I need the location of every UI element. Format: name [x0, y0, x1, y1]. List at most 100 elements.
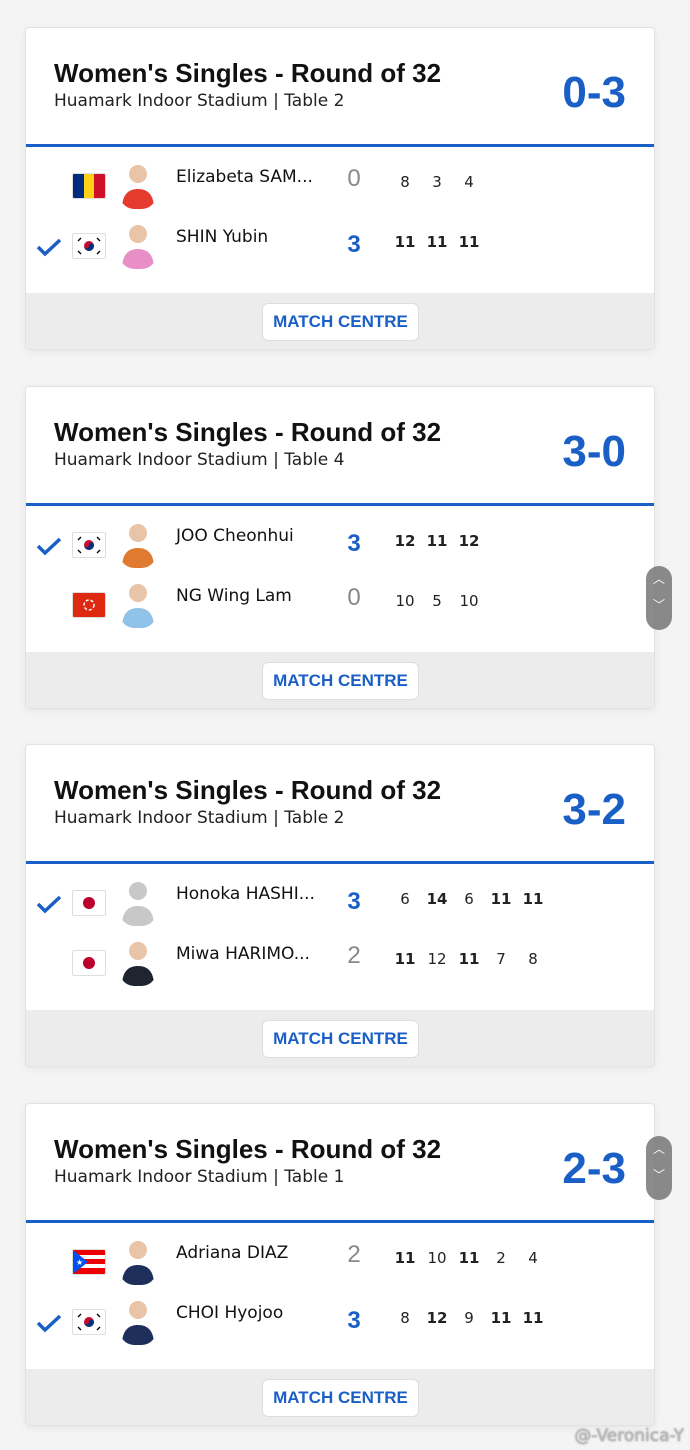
match-card: Women's Singles - Round of 32 Huamark In… [25, 27, 655, 350]
flag-icon-jpn [72, 890, 106, 916]
match-header: Women's Singles - Round of 32 Huamark In… [26, 745, 654, 864]
sets-won: 3 [347, 1307, 361, 1334]
match-title: Women's Singles - Round of 32 [54, 417, 442, 447]
game-score: 2 [496, 1249, 506, 1267]
card-footer: MATCH CENTRE [26, 1010, 654, 1066]
game-scores: 10 5 10 [389, 592, 485, 610]
player-row: Miwa HARIMO... 2 11 12 11 7 8 [26, 936, 654, 996]
game-score: 11 [426, 233, 448, 251]
match-venue: Huamark Indoor Stadium | Table 2 [54, 91, 345, 111]
player-row: Honoka HASHI... 3 6 14 6 11 11 [26, 876, 654, 936]
check-icon [36, 238, 62, 257]
player-avatar [122, 882, 154, 926]
match-title: Women's Singles - Round of 32 [54, 1134, 442, 1164]
game-score: 10 [427, 1249, 447, 1267]
chevron-down-icon[interactable]: ﹀ [646, 592, 672, 618]
scroll-control[interactable]: ︿ ﹀ [646, 1136, 672, 1200]
player-name[interactable]: Adriana DIAZ [176, 1243, 288, 1263]
player-name[interactable]: JOO Cheonhui [176, 526, 294, 546]
flag-icon-rou [72, 173, 106, 199]
player-row: SHIN Yubin 3 11 11 11 [26, 219, 654, 279]
match-card: Women's Singles - Round of 32 Huamark In… [25, 744, 655, 1067]
game-score: 5 [432, 592, 442, 610]
game-score: 11 [458, 950, 480, 968]
game-score: 9 [464, 1309, 474, 1327]
flag-icon-kor [72, 532, 106, 558]
sets-won: 0 [347, 584, 361, 611]
player-name[interactable]: Elizabeta SAM... [176, 167, 313, 187]
sets-won: 0 [347, 165, 361, 192]
sets-won: 3 [347, 530, 361, 557]
scroll-control[interactable]: ︿ ﹀ [646, 566, 672, 630]
game-score: 11 [394, 233, 416, 251]
match-header: Women's Singles - Round of 32 Huamark In… [26, 387, 654, 506]
match-venue: Huamark Indoor Stadium | Table 4 [54, 450, 345, 470]
player-row: CHOI Hyojoo 3 8 12 9 11 11 [26, 1295, 654, 1355]
card-footer: MATCH CENTRE [26, 652, 654, 708]
check-icon [36, 537, 62, 556]
game-scores: 6 14 6 11 11 [389, 890, 549, 908]
game-score: 14 [426, 890, 448, 908]
game-score: 11 [522, 1309, 544, 1327]
player-avatar [122, 524, 154, 568]
svg-text:★: ★ [76, 1258, 83, 1267]
sets-won: 2 [347, 942, 361, 969]
sets-won: 3 [347, 888, 361, 915]
game-score: 10 [395, 592, 415, 610]
game-score: 11 [458, 233, 480, 251]
match-centre-button[interactable]: MATCH CENTRE [262, 662, 419, 700]
match-header: Women's Singles - Round of 32 Huamark In… [26, 1104, 654, 1223]
player-avatar [122, 584, 154, 628]
chevron-up-icon[interactable]: ︿ [646, 1136, 672, 1162]
sets-won: 2 [347, 1241, 361, 1268]
game-score: 12 [426, 1309, 448, 1327]
player-avatar [122, 1241, 154, 1285]
player-row: ★ Adriana DIAZ 2 11 10 11 2 4 [26, 1235, 654, 1295]
game-scores: 8 12 9 11 11 [389, 1309, 549, 1327]
game-score: 8 [400, 173, 410, 191]
match-centre-button[interactable]: MATCH CENTRE [262, 303, 419, 341]
game-score: 11 [458, 1249, 480, 1267]
match-venue: Huamark Indoor Stadium | Table 2 [54, 808, 345, 828]
sets-won: 3 [347, 231, 361, 258]
game-score: 3 [432, 173, 442, 191]
game-score: 11 [490, 890, 512, 908]
player-avatar [122, 942, 154, 986]
player-row: JOO Cheonhui 3 12 11 12 [26, 518, 654, 578]
match-centre-button[interactable]: MATCH CENTRE [262, 1379, 419, 1417]
flag-icon-jpn [72, 950, 106, 976]
game-score: 11 [394, 1249, 416, 1267]
game-score: 11 [394, 950, 416, 968]
card-footer: MATCH CENTRE [26, 293, 654, 349]
match-title: Women's Singles - Round of 32 [54, 775, 442, 805]
chevron-down-icon[interactable]: ﹀ [646, 1162, 672, 1188]
game-scores: 8 3 4 [389, 173, 485, 191]
player-name[interactable]: Honoka HASHI... [176, 884, 315, 904]
player-row: NG Wing Lam 0 10 5 10 [26, 578, 654, 638]
game-score: 6 [400, 890, 410, 908]
player-name[interactable]: SHIN Yubin [176, 227, 268, 247]
player-avatar [122, 1301, 154, 1345]
game-score: 8 [528, 950, 538, 968]
player-name[interactable]: NG Wing Lam [176, 586, 292, 606]
game-scores: 11 10 11 2 4 [389, 1249, 549, 1267]
player-name[interactable]: CHOI Hyojoo [176, 1303, 283, 1323]
game-score: 7 [496, 950, 506, 968]
game-scores: 11 12 11 7 8 [389, 950, 549, 968]
game-score: 11 [490, 1309, 512, 1327]
flag-icon-kor [72, 1309, 106, 1335]
game-score: 11 [426, 532, 448, 550]
check-icon [36, 1314, 62, 1333]
game-score: 12 [458, 532, 480, 550]
match-centre-button[interactable]: MATCH CENTRE [262, 1020, 419, 1058]
player-row: Elizabeta SAM... 0 8 3 4 [26, 159, 654, 219]
flag-icon-pur: ★ [72, 1249, 106, 1275]
game-score: 12 [394, 532, 416, 550]
player-name[interactable]: Miwa HARIMO... [176, 944, 310, 964]
flag-icon-kor [72, 233, 106, 259]
card-footer: MATCH CENTRE [26, 1369, 654, 1425]
chevron-up-icon[interactable]: ︿ [646, 566, 672, 592]
game-score: 4 [464, 173, 474, 191]
watermark: @-Veronica-Y [574, 1426, 684, 1446]
game-score: 6 [464, 890, 474, 908]
